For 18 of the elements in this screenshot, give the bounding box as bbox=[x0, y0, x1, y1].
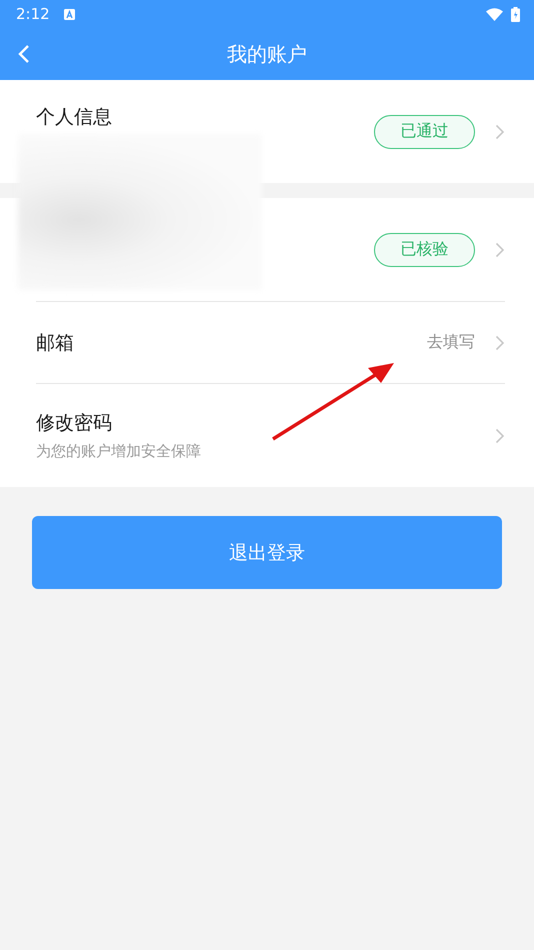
chevron-icon bbox=[495, 334, 505, 350]
screen-title: 我的账户 bbox=[227, 40, 307, 68]
battery-icon bbox=[511, 6, 520, 22]
row-label: 个人信息 bbox=[36, 105, 112, 130]
chevron-icon bbox=[495, 124, 505, 140]
status-badge: 已核验 bbox=[374, 232, 475, 266]
row-hint: 为您的账户增加安全保障 bbox=[36, 442, 201, 461]
status-badge: 已通过 bbox=[374, 114, 475, 148]
notification-icon bbox=[64, 8, 75, 20]
back-icon bbox=[18, 44, 30, 64]
logout-button[interactable]: 退出登录 bbox=[32, 516, 502, 589]
row-label: 修改密码 bbox=[36, 411, 113, 436]
chevron-icon bbox=[495, 428, 505, 444]
status-time: 2:12 bbox=[16, 5, 50, 23]
chevron-icon bbox=[495, 242, 505, 258]
row-label: 邮箱 bbox=[36, 330, 74, 356]
wifi-icon bbox=[486, 8, 503, 20]
row-value: 去填写 bbox=[427, 332, 475, 353]
